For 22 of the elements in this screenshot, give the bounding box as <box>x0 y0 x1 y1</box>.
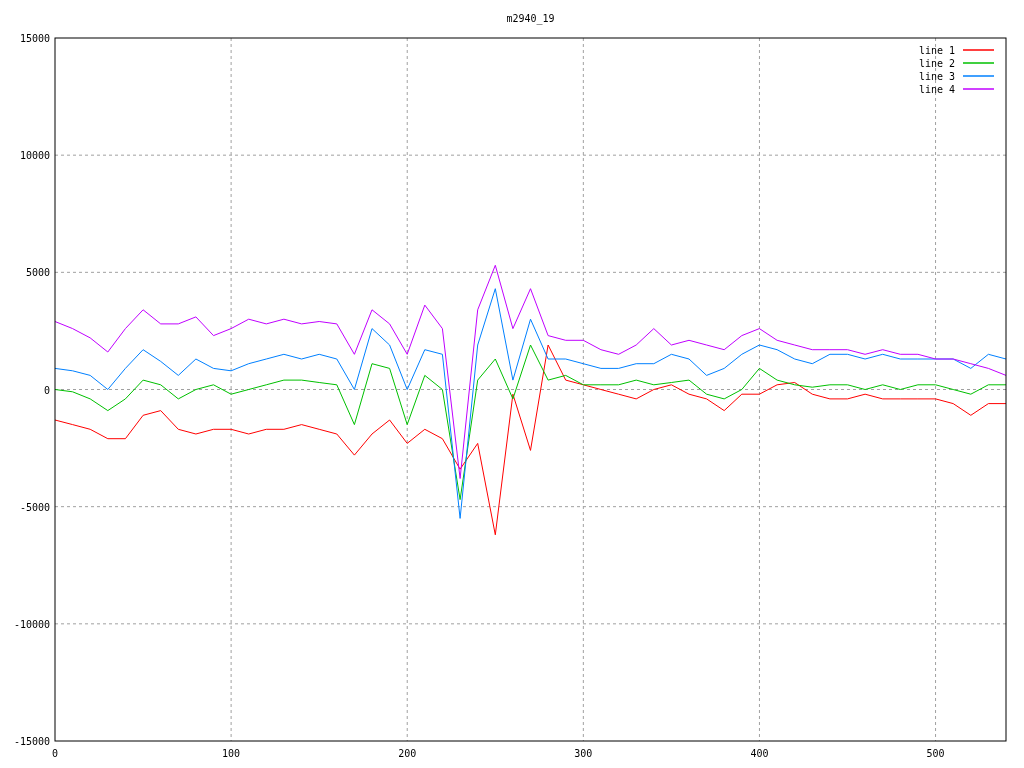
y-tick-label: -15000 <box>13 736 50 747</box>
y-tick-label: -10000 <box>13 618 50 630</box>
x-tick-label: 400 <box>750 748 769 759</box>
y-tick-label: 0 <box>43 384 50 396</box>
y-tick-label: 10000 <box>19 150 50 162</box>
y-tick-label: 15000 <box>19 33 50 44</box>
x-tick-label: 500 <box>926 748 945 759</box>
legend-line-sample <box>962 49 995 51</box>
x-tick-label: 0 <box>52 748 58 759</box>
chart-title: m2940_19 <box>506 13 555 24</box>
legend-line-sample <box>962 88 995 90</box>
legend-label: line 4 <box>918 84 955 95</box>
legend-label: line 2 <box>918 58 955 69</box>
x-tick-label: 100 <box>222 748 241 759</box>
y-tick-label: -5000 <box>19 501 50 513</box>
legend-label: line 1 <box>918 45 955 56</box>
legend-line-sample <box>962 62 995 64</box>
legend-label: line 3 <box>918 71 955 82</box>
x-tick-label: 300 <box>574 748 593 759</box>
y-tick-label: 5000 <box>25 267 50 279</box>
legend-line-sample <box>962 75 995 77</box>
x-tick-label: 200 <box>398 748 417 759</box>
